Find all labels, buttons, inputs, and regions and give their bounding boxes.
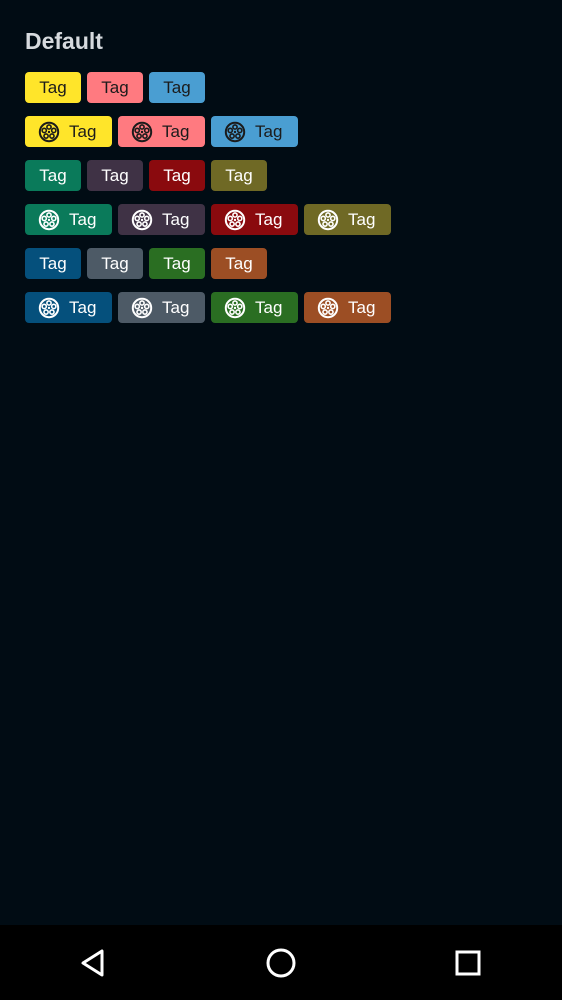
tag-row: Tag Tag Tag Tag (25, 248, 267, 279)
tag-chip[interactable]: Tag (87, 160, 143, 191)
tag-row: Tag Tag Tag Tag (25, 160, 267, 191)
tag-label: Tag (225, 165, 253, 185)
tag-label: Tag (101, 77, 129, 97)
film-reel-icon (38, 297, 60, 319)
tag-label: Tag (255, 297, 283, 317)
film-reel-icon (224, 121, 246, 143)
tag-chip[interactable]: Tag (211, 204, 298, 235)
tag-label: Tag (162, 297, 190, 317)
system-navigation-bar (0, 925, 562, 1000)
tag-label: Tag (162, 121, 190, 141)
tag-chip[interactable]: Tag (25, 116, 112, 147)
tag-label: Tag (101, 253, 129, 273)
tag-label: Tag (101, 165, 129, 185)
tag-chip[interactable]: Tag (149, 72, 205, 103)
home-button[interactable] (263, 945, 299, 981)
tag-chip[interactable]: Tag (118, 116, 205, 147)
tag-label: Tag (39, 77, 67, 97)
tag-row: Tag Tag Tag (25, 116, 298, 147)
tag-label: Tag (255, 121, 283, 141)
film-reel-icon (131, 209, 153, 231)
film-reel-icon (317, 297, 339, 319)
film-reel-icon (224, 297, 246, 319)
tag-label: Tag (69, 297, 97, 317)
film-reel-icon (131, 121, 153, 143)
tag-label: Tag (69, 121, 97, 141)
tag-chip[interactable]: Tag (25, 72, 81, 103)
tag-chip[interactable]: Tag (211, 292, 298, 323)
tag-chip[interactable]: Tag (87, 72, 143, 103)
tag-label: Tag (39, 253, 67, 273)
tag-chip[interactable]: Tag (118, 204, 205, 235)
film-reel-icon (224, 209, 246, 231)
tag-chip[interactable]: Tag (25, 248, 81, 279)
tag-chip[interactable]: Tag (25, 160, 81, 191)
tag-chip[interactable]: Tag (149, 248, 205, 279)
film-reel-icon (131, 297, 153, 319)
tag-label: Tag (348, 297, 376, 317)
tag-label: Tag (162, 209, 190, 229)
back-triangle-icon (81, 949, 104, 977)
tag-chip[interactable]: Tag (118, 292, 205, 323)
tag-chip[interactable]: Tag (304, 204, 391, 235)
page-title: Default (25, 28, 103, 54)
tag-label: Tag (225, 253, 253, 273)
tag-label: Tag (163, 165, 191, 185)
tag-label: Tag (69, 209, 97, 229)
tag-chip[interactable]: Tag (25, 204, 112, 235)
tag-row: Tag Tag Tag (25, 72, 205, 103)
tag-row: Tag Tag Tag Tag (25, 204, 391, 235)
tag-chip[interactable]: Tag (211, 116, 298, 147)
tag-chip[interactable]: Tag (304, 292, 391, 323)
home-circle-icon (266, 948, 296, 978)
film-reel-icon (38, 209, 60, 231)
tag-chip[interactable]: Tag (149, 160, 205, 191)
tag-row: Tag Tag Tag Tag (25, 292, 391, 323)
tag-label: Tag (39, 165, 67, 185)
tag-chip[interactable]: Tag (25, 292, 112, 323)
film-reel-icon (38, 121, 60, 143)
film-reel-icon (317, 209, 339, 231)
recents-button[interactable] (450, 945, 486, 981)
tag-label: Tag (163, 253, 191, 273)
back-button[interactable] (76, 945, 112, 981)
tag-chip[interactable]: Tag (87, 248, 143, 279)
tag-chip[interactable]: Tag (211, 160, 267, 191)
tag-label: Tag (163, 77, 191, 97)
tag-chip[interactable]: Tag (211, 248, 267, 279)
tag-label: Tag (255, 209, 283, 229)
recents-square-icon (455, 950, 481, 976)
tag-label: Tag (348, 209, 376, 229)
